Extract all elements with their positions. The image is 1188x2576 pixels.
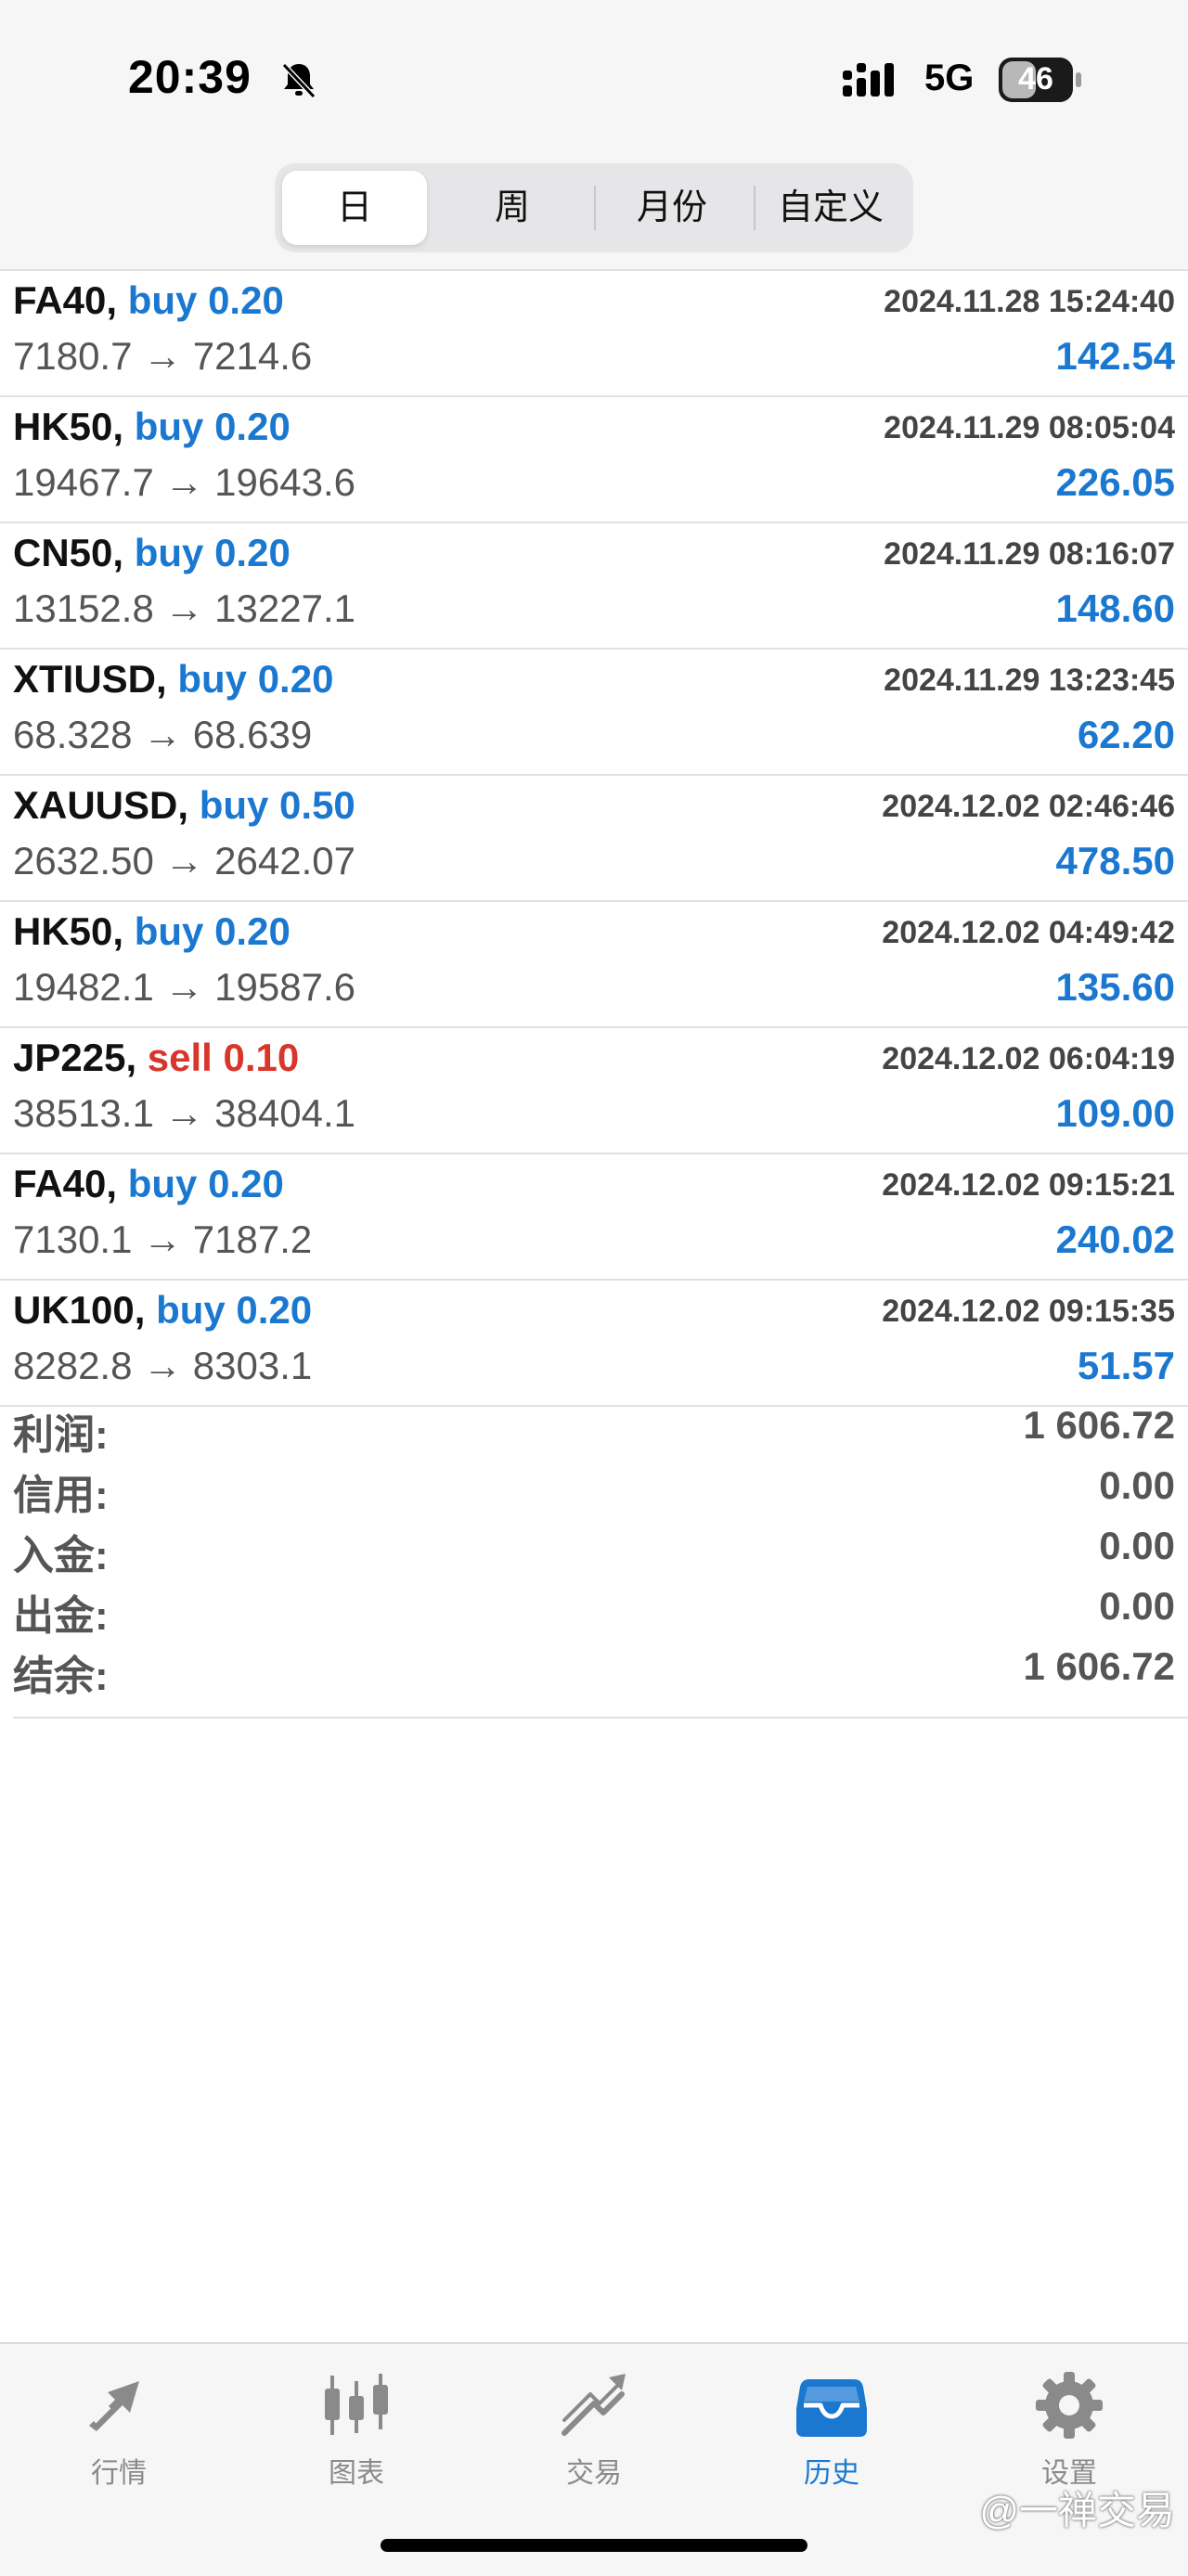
summary-value: 0.00	[1099, 1463, 1175, 1507]
deal-prices: 19467.7 → 19643.6	[13, 460, 355, 504]
summary-row-withdrawal: 出金: 0.00	[0, 1573, 1188, 1639]
deal-side: buy 0.20	[156, 1288, 313, 1332]
deal-prices: 7130.1 → 7187.2	[13, 1217, 313, 1261]
deal-list: FA40, buy 0.20 2024.11.28 15:24:40 7180.…	[0, 269, 1188, 1407]
home-indicator[interactable]	[381, 2539, 807, 2552]
summary-row-deposit: 入金: 0.00	[0, 1513, 1188, 1578]
deal-symbol: XAUUSD,	[13, 783, 189, 827]
deal-side: buy 0.20	[134, 909, 291, 953]
summary-row-balance: 结余: 1 606.72	[0, 1633, 1188, 1699]
deal-symbol: HK50,	[13, 405, 124, 448]
tab-label: 图表	[329, 2458, 384, 2489]
tab-label: 历史	[804, 2458, 859, 2489]
deal-row[interactable]: XAUUSD, buy 0.50 2024.12.02 02:46:46 263…	[0, 776, 1188, 902]
deal-prices: 13152.8 → 13227.1	[13, 586, 355, 630]
deal-time: 2024.11.29 08:16:07	[884, 536, 1175, 572]
bell-muted-icon	[281, 62, 316, 99]
deal-side: buy 0.50	[199, 783, 355, 827]
deal-side: sell 0.10	[147, 1036, 300, 1079]
tab-settings[interactable]: 设置	[995, 2363, 1143, 2492]
deal-prices: 38513.1 → 38404.1	[13, 1091, 355, 1135]
deal-symbol: HK50,	[13, 909, 124, 953]
summary-value: 1 606.72	[1023, 1644, 1176, 1688]
deal-profit: 109.00	[1055, 1091, 1175, 1135]
deal-time: 2024.12.02 09:15:21	[882, 1167, 1175, 1203]
tab-day[interactable]: 日	[282, 171, 427, 245]
summary-value: 0.00	[1099, 1584, 1175, 1628]
tab-custom[interactable]: 自定义	[755, 171, 906, 245]
period-segmented-control: 日 周 月份 自定义	[275, 163, 913, 252]
deal-time: 2024.11.29 13:23:45	[884, 663, 1175, 698]
deal-profit: 148.60	[1055, 586, 1175, 630]
tab-week[interactable]: 周	[440, 171, 585, 245]
deal-prices: 2632.50 → 2642.07	[13, 839, 355, 882]
deal-profit: 240.02	[1055, 1217, 1175, 1261]
trade-icon	[562, 2374, 626, 2436]
deal-row[interactable]: HK50, buy 0.20 2024.12.02 04:49:42 19482…	[0, 902, 1188, 1028]
deal-profit: 226.05	[1055, 460, 1175, 504]
deal-time: 2024.11.29 08:05:04	[884, 410, 1175, 445]
tab-quotes[interactable]: 行情	[45, 2363, 193, 2492]
tab-chart[interactable]: 图表	[282, 2363, 431, 2492]
summary-row-profit: 利润: 1 606.72	[0, 1392, 1188, 1458]
summary-label: 结余:	[13, 1654, 109, 1699]
deal-row[interactable]: JP225, sell 0.10 2024.12.02 06:04:19 385…	[0, 1028, 1188, 1154]
deal-side: buy 0.20	[134, 405, 291, 448]
status-time: 20:39	[128, 51, 252, 103]
tab-trade[interactable]: 交易	[520, 2363, 668, 2492]
signal-icon	[843, 63, 894, 97]
battery-icon: 46	[999, 58, 1082, 102]
deal-prices: 8282.8 → 8303.1	[13, 1344, 313, 1387]
deal-row[interactable]: CN50, buy 0.20 2024.11.29 08:16:07 13152…	[0, 523, 1188, 650]
deal-time: 2024.12.02 02:46:46	[882, 789, 1175, 824]
deal-prices: 68.328 → 68.639	[13, 713, 313, 756]
summary-value: 1 606.72	[1023, 1403, 1176, 1447]
deal-side: buy 0.20	[127, 1162, 284, 1205]
deal-row[interactable]: HK50, buy 0.20 2024.11.29 08:05:04 19467…	[0, 397, 1188, 523]
deal-profit: 478.50	[1055, 839, 1175, 882]
deal-side: buy 0.20	[127, 278, 284, 322]
tab-history[interactable]: 历史	[757, 2363, 906, 2492]
deal-profit: 51.57	[1077, 1344, 1175, 1387]
deal-prices: 19482.1 → 19587.6	[13, 965, 355, 1009]
divider	[13, 1717, 1188, 1719]
deal-side: buy 0.20	[134, 531, 291, 574]
deal-row[interactable]: FA40, buy 0.20 2024.11.28 15:24:40 7180.…	[0, 269, 1188, 397]
deal-row[interactable]: XTIUSD, buy 0.20 2024.11.29 13:23:45 68.…	[0, 650, 1188, 776]
deal-symbol: CN50,	[13, 531, 124, 574]
deal-row[interactable]: FA40, buy 0.20 2024.12.02 09:15:21 7130.…	[0, 1154, 1188, 1281]
deal-side: buy 0.20	[177, 657, 334, 701]
deal-row[interactable]: UK100, buy 0.20 2024.12.02 09:15:35 8282…	[0, 1281, 1188, 1407]
deal-symbol: FA40,	[13, 1162, 118, 1205]
quotes-icon	[89, 2381, 139, 2431]
deal-prices: 7180.7 → 7214.6	[13, 334, 313, 378]
tab-label: 行情	[91, 2458, 147, 2489]
deal-symbol: UK100,	[13, 1288, 146, 1332]
watermark: @一禅交易	[979, 2489, 1175, 2532]
header-area: 20:39 5G 46 日 周 月份 自定义	[0, 0, 1188, 269]
network-type: 5G	[924, 58, 975, 98]
settings-icon	[1036, 2372, 1103, 2439]
tab-month[interactable]: 月份	[600, 171, 744, 245]
deal-profit: 142.54	[1055, 334, 1175, 378]
summary-block: 利润: 1 606.72 信用: 0.00 入金: 0.00 出金: 0.00 …	[0, 1392, 1188, 1699]
deal-profit: 135.60	[1055, 965, 1175, 1009]
tab-label: 交易	[566, 2458, 622, 2489]
deal-time: 2024.12.02 06:04:19	[882, 1041, 1175, 1076]
deal-time: 2024.12.02 09:15:35	[882, 1294, 1175, 1329]
deal-time: 2024.12.02 04:49:42	[882, 915, 1175, 950]
battery-level: 46	[1018, 61, 1053, 97]
chart-icon	[325, 2374, 388, 2435]
deal-symbol: XTIUSD,	[13, 657, 167, 701]
history-icon	[796, 2379, 867, 2437]
summary-value: 0.00	[1099, 1524, 1175, 1567]
deal-symbol: FA40,	[13, 278, 118, 322]
summary-row-credit: 信用: 0.00	[0, 1452, 1188, 1518]
deal-profit: 62.20	[1077, 713, 1175, 756]
deal-time: 2024.11.28 15:24:40	[884, 284, 1175, 319]
deal-symbol: JP225,	[13, 1036, 137, 1079]
